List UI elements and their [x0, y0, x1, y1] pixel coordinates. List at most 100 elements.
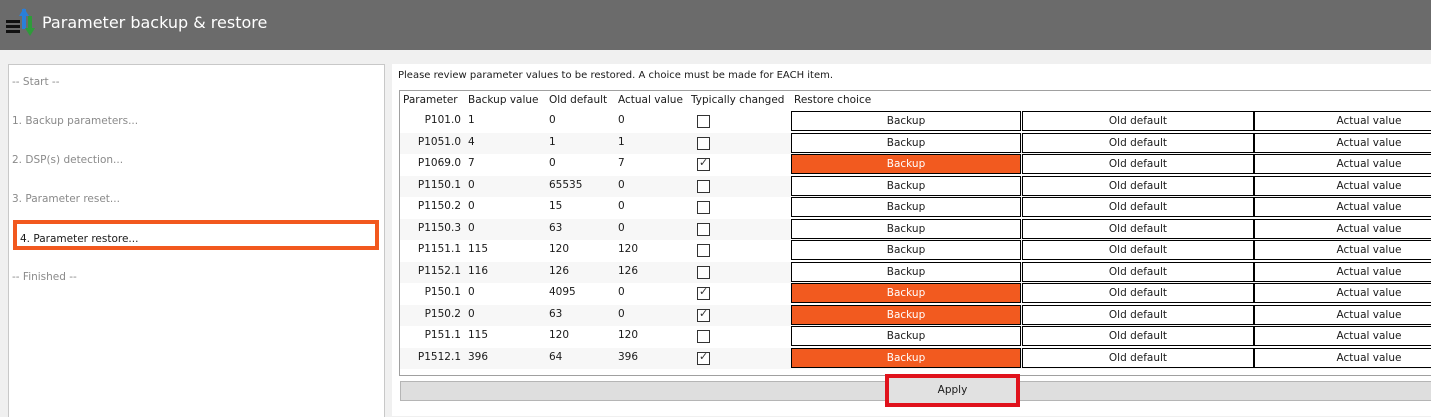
typically-changed-checkbox[interactable] [697, 136, 710, 150]
restore-backup-button[interactable]: Backup [791, 326, 1021, 346]
restore-actual-value-button[interactable]: Actual value [1254, 154, 1431, 174]
column-header-old-default[interactable]: Old default [549, 94, 607, 106]
instruction-text: Please review parameter values to be res… [398, 70, 834, 81]
restore-actual-value-button[interactable]: Actual value [1254, 197, 1431, 217]
typically-changed-checkbox[interactable]: ✓ [697, 156, 710, 171]
apply-button-label: Apply [937, 384, 968, 396]
parameter-id: P150.1 [424, 286, 461, 298]
restore-actual-value-button[interactable]: Actual value [1254, 132, 1431, 153]
restore-old-default-button[interactable]: Old default [1022, 111, 1254, 131]
typically-changed-checkbox[interactable]: ✓ [697, 285, 710, 300]
parameter-cell: P1150.1 [400, 176, 461, 197]
restore-backup-button[interactable]: Backup [791, 304, 1021, 325]
old-default-cell: 15 [549, 200, 563, 212]
step-finished[interactable]: -- Finished -- [12, 271, 77, 283]
actual-value-cell: 0 [618, 114, 625, 126]
typically-changed-checkbox[interactable] [697, 179, 710, 193]
table-row[interactable]: P101.0 1 0 0 Backup Old default Actual value [400, 111, 1431, 133]
typically-changed-checkbox[interactable] [697, 330, 710, 343]
parameter-cell: P1051.0 [400, 133, 461, 154]
backup-value-cell: 396 [468, 350, 489, 363]
restore-backup-button[interactable]: Backup [791, 240, 1021, 260]
backup-value-cell: 115 [468, 243, 489, 255]
typically-changed-checkbox[interactable] [697, 222, 710, 236]
table-row[interactable]: P1512.1 396 64 396 ✓ Backup Old default Actual … [400, 347, 1431, 369]
actual-value-cell: 0 [618, 200, 625, 212]
old-default-cell: 0 [549, 114, 556, 126]
step-parameter-restore[interactable]: 4. Parameter restore... [13, 220, 379, 250]
parameter-cell: P150.1 [400, 283, 461, 304]
table-row[interactable]: P1151.1 115 120 120 Backup Old default Actual … [400, 240, 1431, 262]
actual-value-cell: 120 [618, 243, 639, 255]
table-row[interactable]: P1150.3 0 63 0 Backup Old default Actual value [400, 218, 1431, 240]
restore-backup-button[interactable]: Backup [791, 283, 1021, 303]
table-row[interactable]: P1051.0 4 1 1 Backup Old default Actual value [400, 132, 1431, 154]
restore-actual-value-button[interactable]: Actual value [1254, 111, 1431, 131]
old-default-cell: 120 [549, 243, 570, 255]
restore-old-default-button[interactable]: Old default [1022, 175, 1254, 196]
restore-old-default-button[interactable]: Old default [1022, 197, 1254, 217]
restore-old-default-button[interactable]: Old default [1022, 240, 1254, 260]
table-row[interactable]: P151.1 115 120 120 Backup Old default Actual v… [400, 326, 1431, 348]
typically-changed-checkbox[interactable]: ✓ [697, 349, 710, 365]
restore-backup-button[interactable]: Backup [791, 175, 1021, 196]
typically-changed-checkbox[interactable]: ✓ [697, 307, 710, 322]
backup-value-cell: 4 [468, 135, 475, 148]
step-dsp-detection[interactable]: 2. DSP(s) detection... [12, 154, 123, 166]
table-row[interactable]: P150.2 0 63 0 ✓ Backup Old default Actual value [400, 304, 1431, 326]
typically-changed-checkbox[interactable] [697, 201, 710, 214]
column-header-actual-value[interactable]: Actual value [618, 94, 683, 106]
checkmark-icon: ✓ [699, 156, 709, 169]
old-default-cell: 120 [549, 329, 570, 341]
restore-backup-button[interactable]: Backup [791, 261, 1021, 282]
parameter-id: P101.0 [424, 114, 461, 126]
restore-actual-value-button[interactable]: Actual value [1254, 326, 1431, 346]
restore-actual-value-button[interactable]: Actual value [1254, 261, 1431, 282]
old-default-cell: 63 [549, 307, 563, 320]
restore-table[interactable]: Parameter Backup value Old default Actua… [399, 90, 1431, 376]
table-row[interactable]: P1150.2 0 15 0 Backup Old default Actual value [400, 197, 1431, 219]
typically-changed-checkbox[interactable] [697, 115, 710, 128]
column-header-restore-choice[interactable]: Restore choice [794, 94, 871, 106]
step-parameter-reset[interactable]: 3. Parameter reset... [12, 193, 120, 205]
restore-backup-button[interactable]: Backup [791, 218, 1021, 239]
restore-old-default-button[interactable]: Old default [1022, 261, 1254, 282]
column-header-typically-changed[interactable]: Typically changed [691, 94, 784, 106]
restore-actual-value-button[interactable]: Actual value [1254, 218, 1431, 239]
checkmark-icon: ✓ [699, 349, 709, 363]
restore-old-default-button[interactable]: Old default [1022, 326, 1254, 346]
restore-backup-button[interactable]: Backup [791, 111, 1021, 131]
restore-old-default-button[interactable]: Old default [1022, 154, 1254, 174]
restore-backup-button[interactable]: Backup [791, 197, 1021, 217]
column-header-parameter[interactable]: Parameter [403, 94, 458, 106]
restore-old-default-button[interactable]: Old default [1022, 218, 1254, 239]
restore-actual-value-button[interactable]: Actual value [1254, 175, 1431, 196]
old-default-cell: 0 [549, 157, 556, 169]
checkmark-icon: ✓ [699, 285, 709, 298]
restore-old-default-button[interactable]: Old default [1022, 304, 1254, 325]
restore-actual-value-button[interactable]: Actual value [1254, 304, 1431, 325]
restore-actual-value-button[interactable]: Actual value [1254, 283, 1431, 303]
parameter-id: P1051.0 [417, 135, 461, 148]
old-default-cell: 63 [549, 221, 563, 234]
column-header-backup-value[interactable]: Backup value [468, 94, 539, 106]
apply-button[interactable]: Apply [885, 374, 1020, 407]
restore-actual-value-button[interactable]: Actual value [1254, 347, 1431, 368]
table-row[interactable]: P150.1 0 4095 0 ✓ Backup Old default Actual val… [400, 283, 1431, 305]
typically-changed-checkbox[interactable] [697, 265, 710, 279]
table-row[interactable]: P1069.0 7 0 7 ✓ Backup Old default Actual value [400, 154, 1431, 176]
backup-value-cell: 0 [468, 307, 475, 320]
step-backup-parameters[interactable]: 1. Backup parameters... [12, 115, 138, 127]
restore-actual-value-button[interactable]: Actual value [1254, 240, 1431, 260]
parameter-id: P1150.2 [417, 200, 461, 212]
restore-backup-button[interactable]: Backup [791, 347, 1021, 368]
step-start[interactable]: -- Start -- [12, 76, 59, 88]
restore-old-default-button[interactable]: Old default [1022, 347, 1254, 368]
restore-backup-button[interactable]: Backup [791, 154, 1021, 174]
table-row[interactable]: P1150.1 0 65535 0 Backup Old default Actual va… [400, 175, 1431, 197]
typically-changed-checkbox[interactable] [697, 244, 710, 257]
restore-old-default-button[interactable]: Old default [1022, 132, 1254, 153]
table-row[interactable]: P1152.1 116 126 126 Backup Old default Actual … [400, 261, 1431, 283]
restore-old-default-button[interactable]: Old default [1022, 283, 1254, 303]
restore-backup-button[interactable]: Backup [791, 132, 1021, 153]
